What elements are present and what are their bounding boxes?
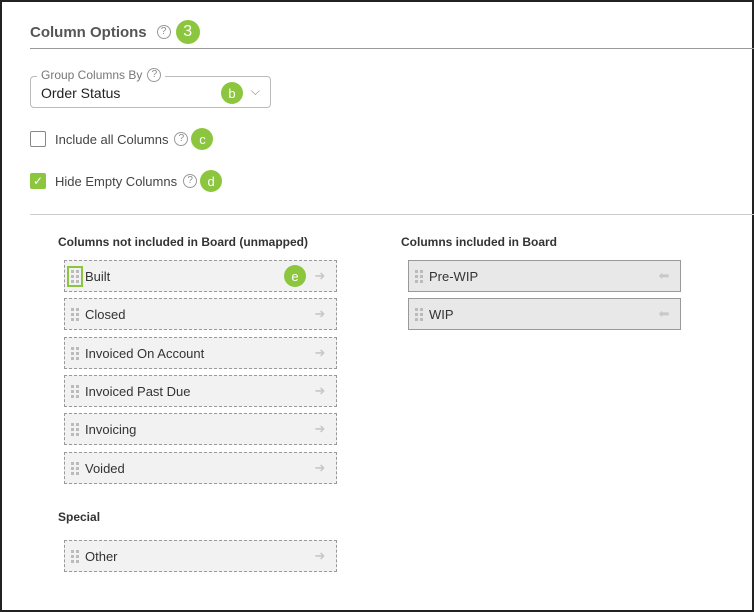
section-title: Column Options [30, 23, 147, 41]
column-label: Closed [85, 306, 126, 322]
annotation-badge-d: d [200, 170, 223, 192]
column-label: Invoiced On Account [85, 345, 205, 361]
group-columns-label-text: Group Columns By [41, 68, 143, 82]
include-all-columns-row: Include all Columns ? c [30, 128, 214, 150]
drag-handle-icon[interactable] [71, 461, 79, 475]
include-all-columns-checkbox[interactable] [30, 131, 46, 147]
move-left-arrow-icon[interactable]: ⬅ [656, 306, 672, 322]
unmapped-column-item[interactable]: Built e ➜ [64, 260, 337, 292]
header-divider [30, 48, 754, 49]
group-columns-select[interactable]: Group Columns By ? Order Status b ⌵ [30, 68, 271, 108]
drag-handle-icon[interactable] [415, 307, 423, 321]
column-label: WIP [429, 306, 454, 322]
drag-handle-icon[interactable] [71, 346, 79, 360]
unmapped-columns-title: Columns not included in Board (unmapped) [58, 235, 308, 249]
move-right-arrow-icon[interactable]: ➜ [312, 421, 328, 437]
column-label: Built [85, 268, 111, 284]
move-right-arrow-icon[interactable]: ➜ [312, 460, 328, 476]
help-icon[interactable]: ? [156, 25, 171, 39]
column-label: Invoicing [85, 421, 137, 437]
unmapped-column-item[interactable]: Invoicing ➜ [64, 413, 337, 445]
annotation-badge-b: b [221, 82, 243, 104]
included-column-item[interactable]: Pre-WIP ⬅ [408, 260, 681, 292]
move-right-arrow-icon[interactable]: ➜ [312, 268, 328, 284]
annotation-badge-e: e [284, 265, 306, 287]
step-badge: 3 [175, 20, 200, 44]
help-icon[interactable]: ? [183, 174, 198, 188]
drag-handle-icon[interactable] [67, 265, 83, 287]
hide-empty-columns-label[interactable]: Hide Empty Columns [55, 174, 177, 189]
help-icon[interactable]: ? [174, 132, 189, 146]
chevron-down-icon[interactable]: ⌵ [251, 84, 260, 99]
move-right-arrow-icon[interactable]: ➜ [312, 345, 328, 361]
unmapped-column-item[interactable]: Invoiced Past Due ➜ [64, 375, 337, 407]
move-right-arrow-icon[interactable]: ➜ [312, 548, 328, 564]
special-columns-title: Special [58, 510, 101, 524]
unmapped-column-item[interactable]: Invoiced On Account ➜ [64, 337, 337, 369]
unmapped-column-item[interactable]: Closed ➜ [64, 298, 337, 330]
drag-handle-icon[interactable] [71, 384, 79, 398]
annotation-badge-c: c [191, 128, 214, 150]
group-columns-value: Order Status [41, 85, 121, 101]
special-column-item[interactable]: Other ➜ [64, 540, 337, 572]
column-label: Voided [85, 460, 125, 476]
group-columns-label: Group Columns By ? [37, 68, 166, 82]
column-options-panel: Column Options ? 3 Group Columns By ? Or… [0, 0, 754, 612]
help-icon[interactable]: ? [147, 68, 162, 82]
column-label: Invoiced Past Due [85, 383, 191, 399]
hide-empty-columns-row: ✓ Hide Empty Columns ? d [30, 170, 223, 192]
section-divider [30, 214, 754, 215]
included-columns-title: Columns included in Board [401, 235, 558, 249]
column-label: Pre-WIP [429, 268, 479, 284]
included-column-item[interactable]: WIP ⬅ [408, 298, 681, 330]
drag-handle-icon[interactable] [415, 269, 423, 283]
hide-empty-columns-checkbox[interactable]: ✓ [30, 173, 46, 189]
unmapped-column-item[interactable]: Voided ➜ [64, 452, 337, 484]
column-label: Other [85, 548, 118, 564]
drag-handle-icon[interactable] [71, 422, 79, 436]
include-all-columns-label[interactable]: Include all Columns [55, 132, 168, 147]
move-right-arrow-icon[interactable]: ➜ [312, 306, 328, 322]
move-right-arrow-icon[interactable]: ➜ [312, 383, 328, 399]
section-header: Column Options ? 3 [30, 20, 200, 44]
move-left-arrow-icon[interactable]: ⬅ [656, 268, 672, 284]
drag-handle-icon[interactable] [71, 307, 79, 321]
drag-handle-icon[interactable] [71, 549, 79, 563]
